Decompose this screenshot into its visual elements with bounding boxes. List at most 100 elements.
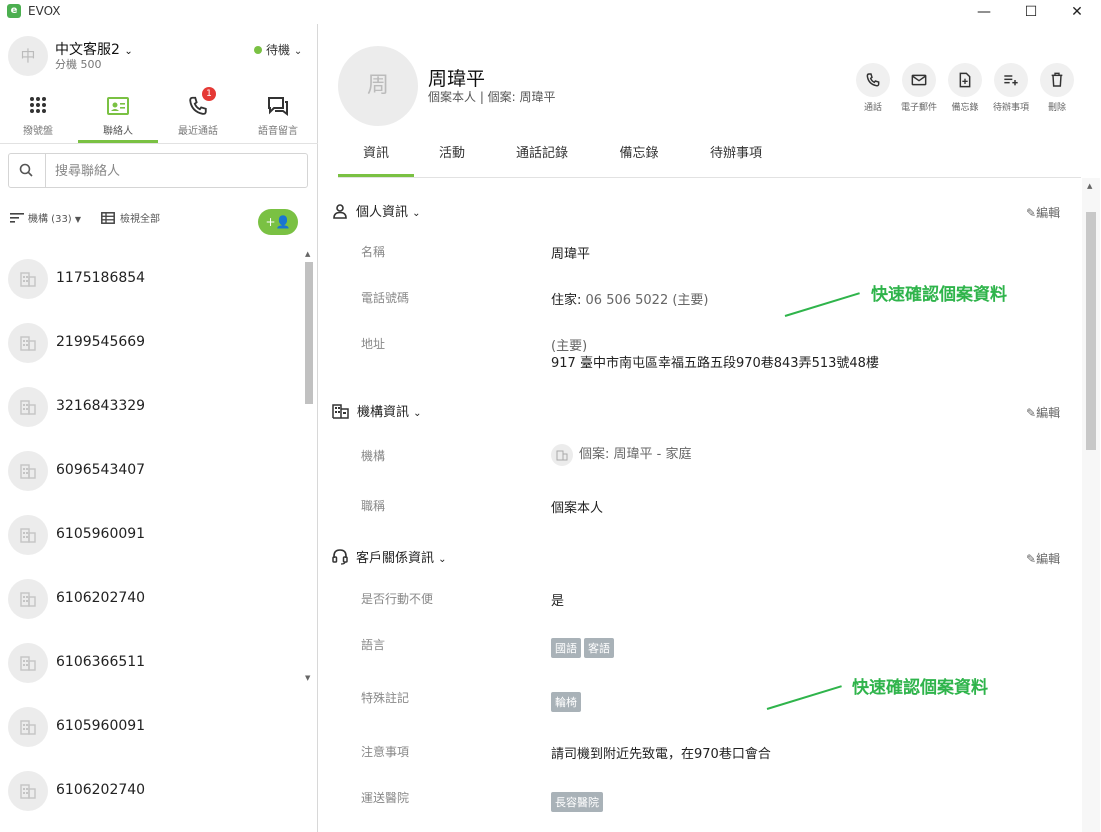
notice-value: 請司機到附近先致電，在970巷口會合 [551, 747, 771, 762]
contact-avatar [8, 259, 48, 299]
scroll-up-arrow[interactable]: ▲ [1087, 182, 1092, 190]
phone-icon [866, 73, 880, 87]
name-value: 周瑋平 [551, 247, 591, 262]
table-icon [101, 212, 115, 224]
annotation-bottom: 快速確認個案資料 [852, 678, 988, 698]
case-detail-panel: 周 周瑋平 個案本人 | 個案: 周瑋平 通話 電子郵件 備忘錄 待辦事項 刪除… [319, 24, 1101, 832]
maximize-button[interactable]: ☐ [1008, 0, 1054, 24]
tab-info[interactable]: 資訊 [338, 142, 414, 176]
language-tag: 客語 [584, 638, 614, 658]
org-filter[interactable]: 機構 (33) ▼ [10, 210, 81, 225]
crm-info-header[interactable]: 客戶關係資訊 ⌄ [332, 547, 447, 566]
contact-name: 3216843329 [56, 398, 146, 414]
add-contact-button[interactable]: +👤 [258, 209, 298, 235]
add-document-icon [959, 72, 971, 88]
case-avatar: 周 [338, 46, 418, 126]
case-name: 周瑋平 [428, 68, 486, 90]
building-icon [20, 720, 36, 735]
left-panel: 中 中文客服2 ⌄ 分機 500 待機 ⌄ 撥號盤 聯絡人 最近通話 1 語音留… [0, 24, 318, 832]
scrollbar-thumb[interactable] [305, 262, 313, 404]
memo-action-button[interactable]: 備忘錄 [945, 63, 985, 113]
contact-avatar [8, 707, 48, 747]
phone-value: 住家: 06 506 5022 (主要) [551, 293, 709, 308]
message-icon [268, 97, 288, 116]
case-subtitle: 個案本人 | 個案: 周瑋平 [428, 90, 556, 104]
building-icon [551, 443, 573, 466]
tab-memo[interactable]: 備忘錄 [604, 142, 674, 176]
pencil-icon: ✎ [1026, 206, 1037, 220]
search-divider [45, 154, 46, 187]
nav-divider [0, 143, 318, 144]
edit-org-button[interactable]: ✎編輯 [1026, 404, 1060, 421]
org-value[interactable]: 個案: 周瑋平 - 家庭 [551, 443, 691, 466]
nav-tab-recent[interactable]: 最近通話 [158, 92, 238, 144]
tab-todo[interactable]: 待辦事項 [693, 142, 779, 176]
contact-list-item[interactable]: 6096543407 [0, 440, 300, 504]
contact-avatar [8, 643, 48, 683]
contact-avatar [8, 387, 48, 427]
contact-name: 6096543407 [56, 462, 146, 478]
call-action-label: 通話 [863, 103, 882, 113]
hospital-tags: 長容醫院 [551, 792, 606, 812]
building-icon [20, 656, 36, 671]
edit-crm-button[interactable]: ✎編輯 [1026, 550, 1060, 567]
scroll-up-arrow[interactable]: ▲ [305, 250, 310, 258]
contact-avatar [8, 323, 48, 363]
contact-name: 2199545669 [56, 334, 146, 350]
name-label: 名稱 [361, 245, 386, 259]
contact-list-item[interactable]: 1175186854 [0, 248, 300, 312]
contact-list-item[interactable]: 6106366511 [0, 632, 300, 696]
search-box [8, 153, 308, 188]
contact-list-item[interactable]: 3216843329 [0, 376, 300, 440]
status-selector[interactable]: 待機 ⌄ [254, 41, 302, 58]
building-icon [20, 336, 36, 351]
search-input[interactable] [55, 160, 295, 182]
contact-list-item[interactable]: 6106202740 [0, 568, 300, 632]
contact-avatar [8, 771, 48, 811]
scrollbar-thumb[interactable] [1086, 212, 1096, 450]
view-all-button[interactable]: 檢視全部 [101, 210, 160, 225]
nav-tab-dialpad[interactable]: 撥號盤 [0, 92, 78, 144]
personal-info-header[interactable]: 個人資訊 ⌄ [332, 201, 421, 220]
role-value: 個案本人 [551, 501, 604, 516]
contact-avatar [8, 579, 48, 619]
edit-personal-button[interactable]: ✎編輯 [1026, 204, 1060, 221]
tab-activity[interactable]: 活動 [424, 142, 480, 176]
todo-action-button[interactable]: 待辦事項 [991, 63, 1031, 113]
contact-list-item[interactable]: 2199545669 [0, 312, 300, 376]
annotation-top: 快速確認個案資料 [871, 285, 1007, 305]
tab-divider [338, 177, 1081, 178]
missed-call-badge: 1 [202, 87, 216, 101]
phone-link[interactable]: 06 506 5022 (主要) [586, 293, 709, 308]
nav-tab-contacts[interactable]: 聯絡人 [78, 92, 158, 144]
status-dot [254, 46, 262, 54]
contact-list-scrollbar[interactable]: ▲ ▼ [301, 248, 317, 832]
nav-tab-voicemail[interactable]: 語音留言 [238, 92, 318, 144]
special-tag: 輪椅 [551, 692, 581, 712]
detail-scrollbar[interactable]: ▲ [1082, 178, 1100, 832]
contact-list-item[interactable]: 6105960091 [0, 696, 300, 760]
add-list-icon [1004, 75, 1018, 86]
user-avatar[interactable]: 中 [8, 36, 48, 76]
sort-icon [10, 213, 24, 223]
contact-name: 6106366511 [56, 654, 146, 670]
email-action-button[interactable]: 電子郵件 [899, 63, 939, 113]
contact-name: 6106202740 [56, 590, 146, 606]
search-icon [19, 163, 33, 177]
language-tags: 國語 客語 [551, 638, 617, 658]
hospital-label: 運送醫院 [361, 791, 410, 805]
scroll-down-arrow[interactable]: ▼ [305, 674, 310, 682]
minimize-button[interactable]: — [961, 0, 1007, 24]
contact-list-item[interactable]: 6106202740 [0, 760, 300, 824]
special-tags: 輪椅 [551, 692, 584, 712]
notice-label: 注意事項 [361, 745, 410, 759]
delete-action-label: 刪除 [1047, 103, 1066, 113]
org-info-header[interactable]: 機構資訊 ⌄ [332, 401, 422, 420]
delete-action-button[interactable]: 刪除 [1037, 63, 1077, 113]
tab-call-log[interactable]: 通話記錄 [499, 142, 585, 176]
contact-list-item[interactable]: 6105960091 [0, 504, 300, 568]
app-logo: e [7, 4, 21, 18]
close-button[interactable]: ✕ [1054, 0, 1100, 24]
contact-name: 1175186854 [56, 270, 146, 286]
call-action-button[interactable]: 通話 [853, 63, 893, 113]
